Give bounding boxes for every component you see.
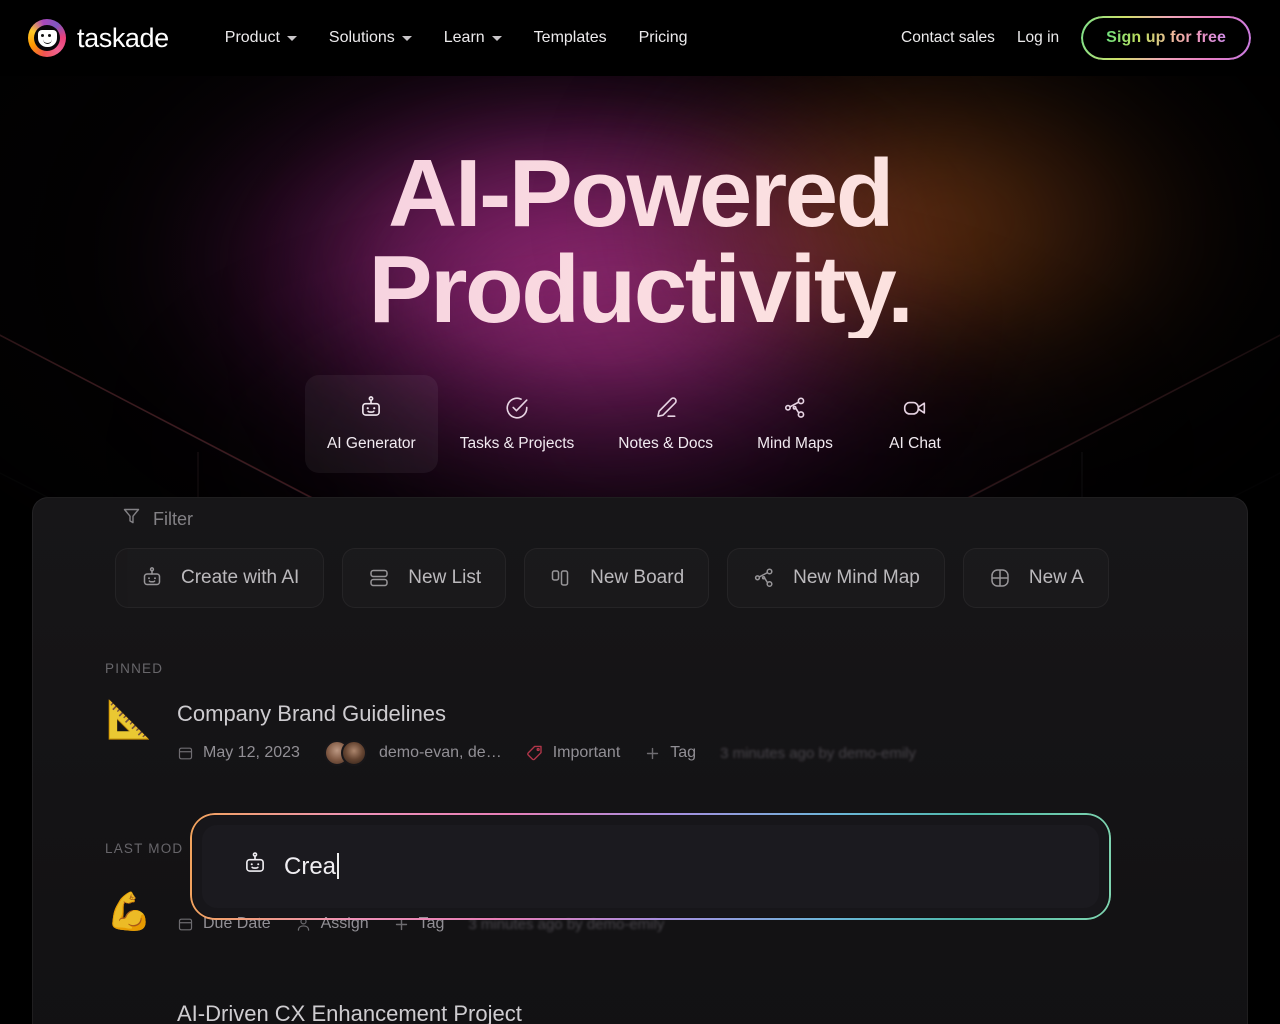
action-label: New Board (590, 567, 685, 588)
ai-input-text[interactable]: Crea (284, 852, 339, 881)
project-members[interactable]: demo-evan, de… (323, 740, 502, 766)
tab-label: Notes & Docs (618, 435, 714, 452)
page-title: AI-Powered Productivity. (0, 146, 1280, 338)
project-title: Company Brand Guidelines (177, 701, 447, 726)
ai-command-box[interactable]: Crea (193, 816, 1108, 917)
share-nodes-icon (782, 395, 808, 421)
tab-mind-maps[interactable]: Mind Maps (735, 375, 855, 473)
tab-tasks-projects[interactable]: Tasks & Projects (438, 375, 597, 473)
list-icon (367, 566, 391, 590)
project-emoji: 💪 (105, 891, 153, 932)
nav-item-pricing[interactable]: Pricing (623, 21, 704, 55)
sign-up-label: Sign up for free (1106, 29, 1226, 46)
hero-line-1: AI-Powered (387, 140, 893, 247)
chevron-down-icon (491, 35, 502, 41)
section-label-pinned: PINNED (105, 661, 164, 676)
nav-label: Learn (443, 29, 485, 46)
logo-text: taskade (77, 22, 169, 53)
project-row-company-brand-guidelines[interactable]: 📐 Company Brand Guidelines May 12, 2023 (105, 701, 916, 766)
project-emoji: 📐 (105, 699, 153, 740)
tab-label: Mind Maps (757, 435, 833, 452)
project-row-third[interactable]: AI-Driven CX Enhancement Project (105, 1001, 522, 1024)
action-label: New List (408, 567, 482, 588)
project-title: AI-Driven CX Enhancement Project (177, 1001, 522, 1024)
filter-label: Filter (153, 508, 193, 529)
nav-label: Pricing (638, 29, 688, 46)
logo[interactable]: taskade (28, 19, 169, 57)
project-date-text: May 12, 2023 (203, 744, 300, 761)
action-label: New Mind Map (793, 567, 920, 588)
site-header: taskade Product Solutions Learn Template… (0, 0, 1280, 76)
app-preview-panel: Filter Create with AI New List New Board… (32, 497, 1248, 1024)
board-icon (549, 566, 573, 590)
filter-button[interactable]: Filter (121, 498, 193, 540)
avatar (340, 740, 367, 766)
chevron-down-icon (286, 35, 297, 41)
tab-ai-generator[interactable]: AI Generator (304, 375, 438, 473)
nav-item-learn[interactable]: Learn (428, 21, 518, 55)
calendar-icon (177, 745, 194, 762)
hero-line-2: Productivity. (368, 236, 912, 343)
project-meta: May 12, 2023 demo-evan, de… Important Ta… (177, 740, 916, 766)
nav-item-product[interactable]: Product (209, 21, 313, 55)
share-nodes-icon (752, 566, 776, 590)
new-board-button[interactable]: New Board (524, 548, 710, 608)
log-in-link[interactable]: Log in (1017, 29, 1059, 47)
tab-notes-docs[interactable]: Notes & Docs (596, 375, 735, 473)
action-label: Create with AI (181, 567, 300, 588)
robot-icon (242, 851, 268, 882)
create-with-ai-button[interactable]: Create with AI (115, 548, 325, 608)
nav-item-solutions[interactable]: Solutions (313, 21, 428, 55)
tab-label: AI Chat (889, 435, 941, 452)
robot-icon (358, 395, 384, 421)
tab-label: AI Generator (326, 435, 416, 452)
calendar-icon (177, 916, 194, 933)
video-camera-icon (902, 395, 928, 421)
ai-input-value: Crea (284, 852, 337, 880)
nav-label: Templates (533, 29, 607, 46)
plus-icon (644, 745, 661, 762)
project-tag-text: Important (552, 744, 621, 761)
project-members-text: demo-evan, de… (378, 744, 502, 761)
taskade-smiley-logo-icon (28, 19, 66, 57)
nav-label: Product (224, 29, 280, 46)
project-modified: 3 minutes ago by demo-emily (720, 744, 917, 762)
robot-icon (140, 566, 164, 590)
new-agent-button[interactable]: New A (962, 548, 1109, 608)
tab-label: Tasks & Projects (459, 435, 575, 452)
new-list-button[interactable]: New List (342, 548, 507, 608)
project-date[interactable]: May 12, 2023 (177, 744, 300, 762)
grid-circle-icon (988, 566, 1012, 590)
new-mind-map-button[interactable]: New Mind Map (727, 548, 945, 608)
avatar-group (323, 740, 367, 766)
chevron-down-icon (401, 35, 412, 41)
section-label-last-modified: LAST MOD (105, 841, 184, 856)
quick-actions: Create with AI New List New Board New Mi… (115, 548, 1109, 608)
tag-icon (526, 744, 544, 762)
tab-ai-chat[interactable]: AI Chat (855, 375, 975, 473)
text-caret (337, 852, 339, 879)
nav-label: Solutions (328, 29, 395, 46)
project-tag[interactable]: Important (526, 744, 621, 762)
action-label: New A (1028, 567, 1084, 588)
contact-sales-link[interactable]: Contact sales (901, 29, 995, 47)
add-tag-label: Tag (670, 744, 697, 761)
pencil-icon (653, 395, 679, 421)
sign-up-button[interactable]: Sign up for free (1081, 16, 1251, 60)
check-circle-icon (504, 395, 530, 421)
header-actions: Contact sales Log in Sign up for free (901, 16, 1251, 60)
add-tag-button[interactable]: Tag (644, 744, 696, 762)
nav-item-templates[interactable]: Templates (518, 21, 623, 55)
main-nav: Product Solutions Learn Templates Pricin… (209, 21, 704, 55)
feature-tabs: AI Generator Tasks & Projects Notes & Do… (0, 375, 1280, 473)
funnel-icon (121, 506, 142, 532)
